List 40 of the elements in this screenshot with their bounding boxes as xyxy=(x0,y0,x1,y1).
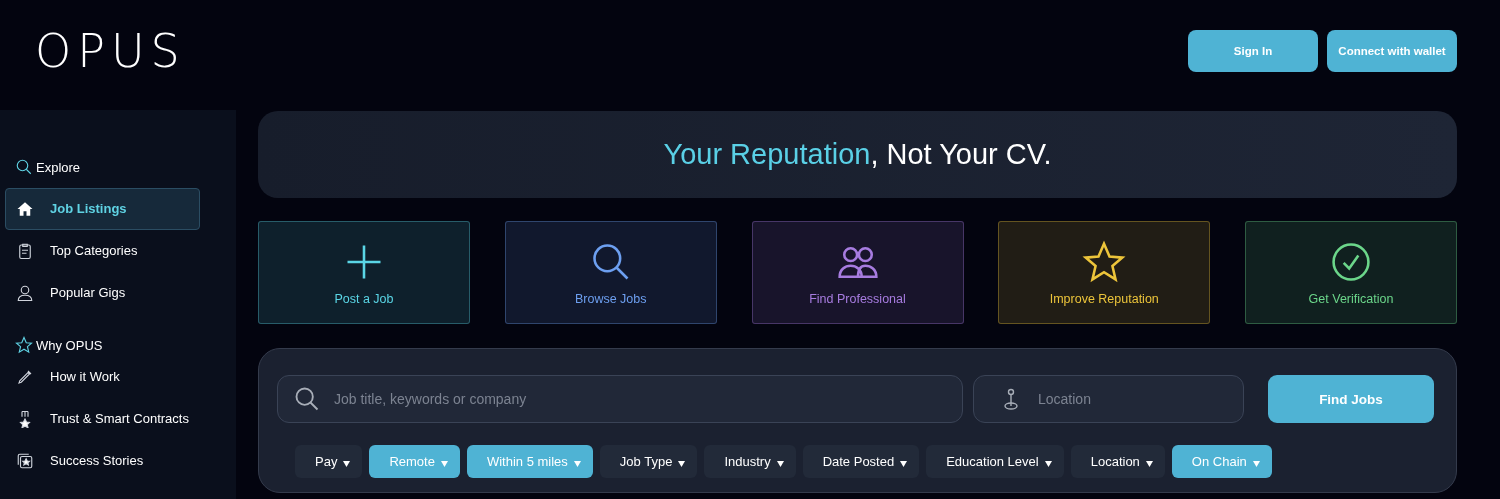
location-field[interactable]: Location xyxy=(973,375,1244,423)
caret-icon xyxy=(573,461,581,467)
sidebar-item[interactable]: Popular Gigs xyxy=(5,272,200,314)
sidebar-item[interactable]: Trust & Smart Contracts xyxy=(5,398,200,440)
caret-icon xyxy=(440,461,448,467)
caret-icon xyxy=(1044,461,1052,467)
caret-icon xyxy=(1145,461,1153,467)
logo: OPUS xyxy=(35,28,186,74)
sidebar-item[interactable]: How it Work xyxy=(5,356,200,398)
search-icon xyxy=(15,158,33,176)
section-title: Why OPUS xyxy=(36,337,103,353)
sidebar-item[interactable]: Job Listings xyxy=(5,188,200,230)
star-icon xyxy=(1082,239,1127,284)
filter-dropdown[interactable]: Date Posted xyxy=(802,445,920,478)
action-card[interactable]: Improve Reputation xyxy=(998,221,1211,324)
caret-icon xyxy=(678,461,686,467)
pen-icon xyxy=(16,368,34,386)
caret-icon xyxy=(1252,461,1260,467)
star-icon xyxy=(15,336,33,354)
sidebar-item[interactable]: Success Stories xyxy=(5,440,200,482)
filter-dropdown[interactable]: Industry xyxy=(704,445,796,478)
clipboard-icon xyxy=(16,242,34,260)
person-icon xyxy=(16,284,34,302)
filter-dropdown[interactable]: Location xyxy=(1070,445,1165,478)
headline: Your Reputation, Not Your CV. xyxy=(663,138,1052,171)
section-title: Explore xyxy=(36,159,81,175)
caret-icon xyxy=(343,461,351,467)
keyword-field[interactable]: Job title, keywords or company xyxy=(277,375,963,423)
action-card[interactable]: Find Professional xyxy=(751,221,964,324)
action-card[interactable]: Browse Jobs xyxy=(504,221,717,324)
caret-icon xyxy=(900,461,908,467)
caret-icon xyxy=(776,461,784,467)
sidebar-item[interactable]: Top Categories xyxy=(5,230,200,272)
home-icon xyxy=(16,200,34,218)
action-card[interactable]: Get Verification xyxy=(1245,221,1457,324)
action-card[interactable]: Post a Job xyxy=(258,221,470,324)
search-icon xyxy=(293,385,321,413)
filter-dropdown[interactable]: Pay xyxy=(295,445,363,478)
filter-dropdown[interactable]: Education Level xyxy=(926,445,1064,478)
filter-dropdown[interactable]: Job Type xyxy=(599,445,698,478)
